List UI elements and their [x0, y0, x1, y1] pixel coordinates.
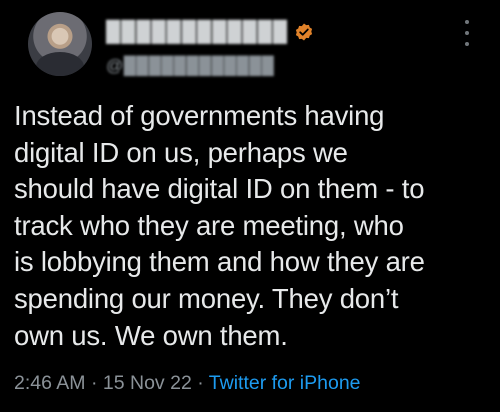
tweet-text-line: digital ID on us, perhaps we — [14, 136, 348, 168]
author-info: ████████████ @████████████ — [106, 18, 436, 76]
tweet-text-line: Instead of governments having — [14, 100, 385, 131]
user-handle[interactable]: @████████████ — [106, 56, 436, 76]
avatar-figure — [36, 52, 84, 76]
tweet-text-line: spending our money. They don’t — [14, 282, 399, 314]
avatar[interactable] — [28, 12, 92, 76]
meta-separator: · — [191, 372, 209, 394]
more-dot — [465, 20, 469, 24]
tweet-card: ████████████ @████████████ Instead of go… — [0, 0, 500, 412]
tweet-text: Instead of governments having digital ID… — [14, 98, 492, 354]
tweet-source-link[interactable]: Twitter for iPhone — [209, 372, 361, 394]
tweet-text-line: is lobbying them and how they are — [14, 246, 425, 278]
display-name-row: ████████████ — [106, 18, 436, 46]
display-name[interactable]: ████████████ — [106, 21, 288, 44]
tweet-date[interactable]: 15 Nov 22 — [103, 372, 192, 394]
tweet-text-line: should have digital ID on them - to — [14, 173, 425, 205]
tweet-header: ████████████ @████████████ — [14, 0, 486, 90]
more-dot — [465, 31, 469, 35]
more-options-icon[interactable] — [462, 20, 472, 46]
more-dot — [465, 42, 469, 46]
tweet-text-line: track who they are meeting, who — [14, 209, 404, 241]
tweet-time[interactable]: 2:46 AM — [14, 372, 86, 394]
tweet-text-line: own us. We own them. — [14, 319, 288, 351]
meta-separator: · — [85, 372, 103, 394]
verified-badge-icon — [294, 22, 314, 42]
tweet-metadata: 2:46 AM · 15 Nov 22 · Twitter for iPhone — [14, 372, 361, 395]
